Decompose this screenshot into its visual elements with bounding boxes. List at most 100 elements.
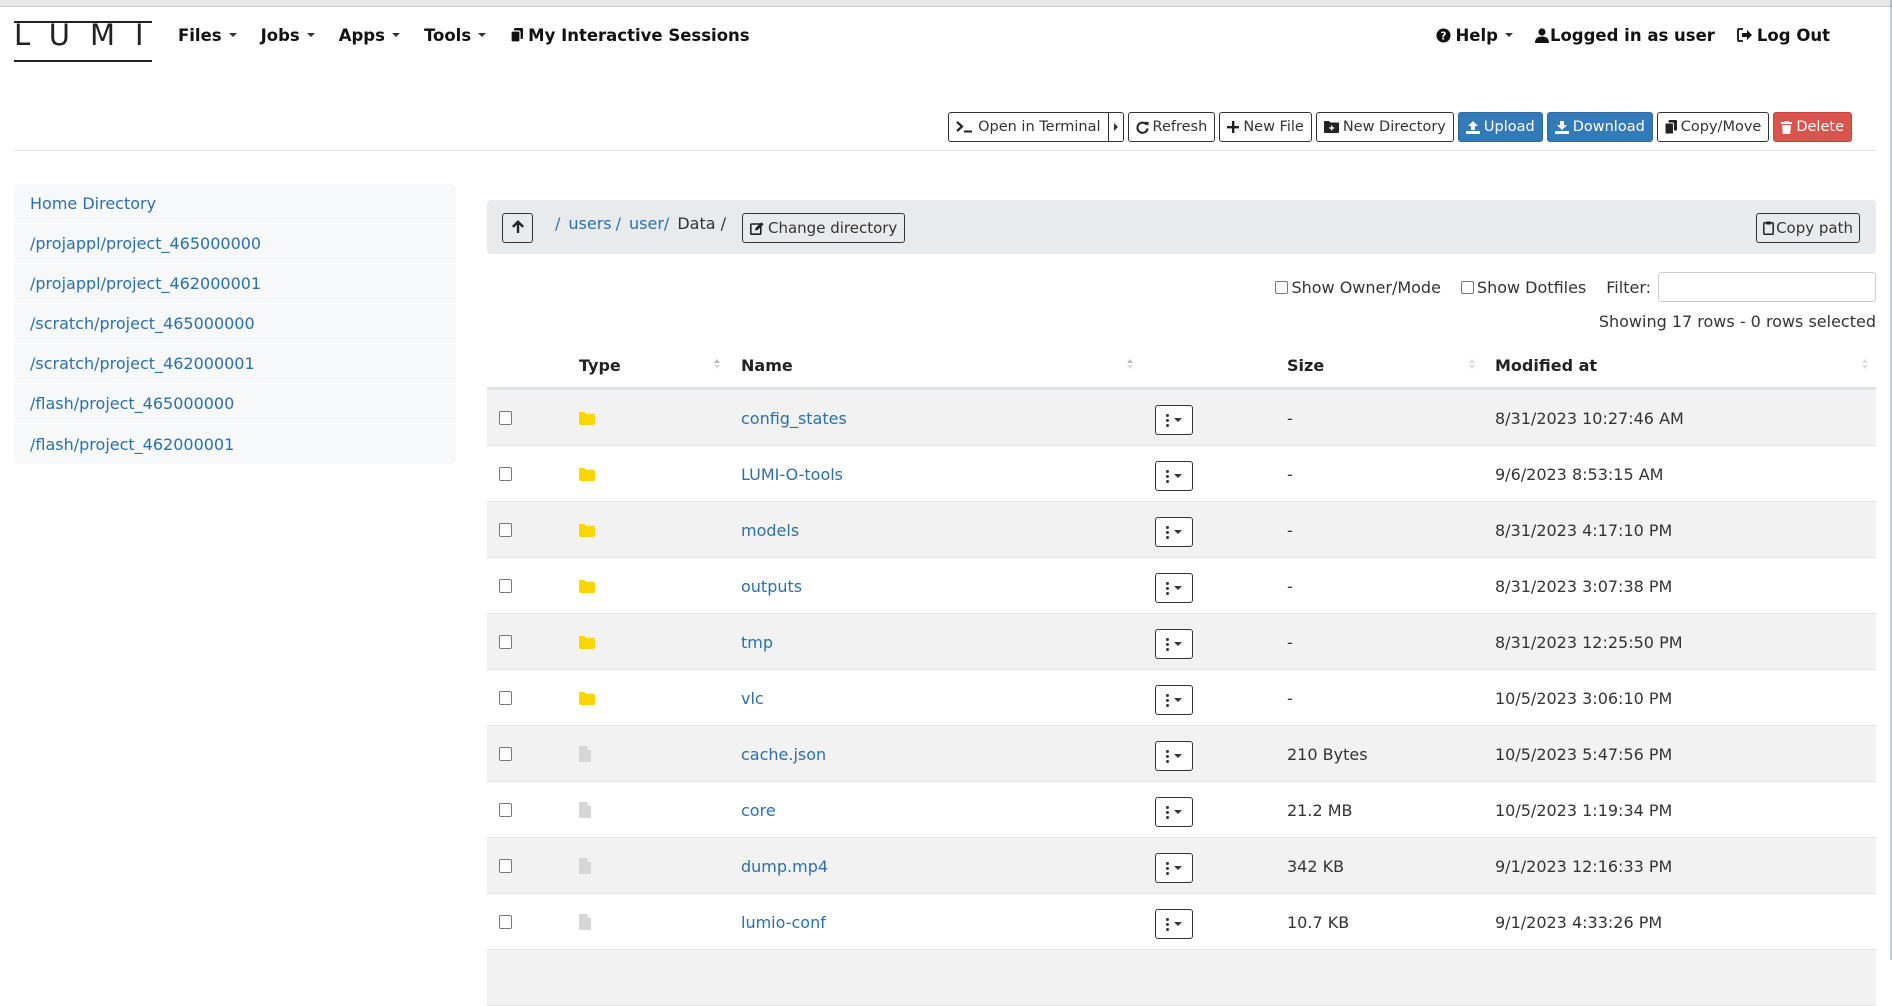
row-actions-button[interactable] (1155, 629, 1193, 659)
upload-button[interactable]: Upload (1457, 112, 1543, 142)
new-file-button[interactable]: New File (1219, 112, 1312, 142)
file-name-link[interactable]: config_states (741, 409, 847, 428)
sort-type-icon[interactable] (714, 359, 720, 369)
table-row[interactable]: tmp - 8/31/2023 12:25:50 PM (487, 614, 1876, 670)
file-size: - (1287, 688, 1293, 708)
breadcrumb-user[interactable]: user (629, 214, 664, 233)
go-up-button[interactable] (502, 213, 533, 243)
file-name-link[interactable]: LUMI-O-tools (741, 465, 843, 484)
file-size: 342 KB (1287, 856, 1345, 876)
table-row[interactable]: lumio-conf 10.7 KB 9/1/2023 4:33:26 PM (487, 894, 1876, 950)
column-header-size[interactable]: Size (1287, 356, 1324, 375)
file-size: - (1287, 632, 1293, 652)
row-actions-button[interactable] (1155, 909, 1193, 939)
file-name-link[interactable]: models (741, 521, 799, 540)
row-actions-button[interactable] (1155, 853, 1193, 883)
lumi-logo[interactable]: LUMI (14, 15, 152, 62)
breadcrumb-users[interactable]: users (568, 214, 611, 233)
nav-logout[interactable]: Log Out (1737, 26, 1842, 45)
row-actions-button[interactable] (1155, 405, 1193, 435)
sidebar-item-projappl-462000001[interactable]: /projappl/project_462000001 (14, 264, 456, 304)
file-name-link[interactable]: tmp (741, 633, 773, 652)
sort-name-icon[interactable] (1127, 359, 1133, 369)
file-name-link[interactable]: cache.json (741, 745, 826, 764)
file-name-link[interactable]: dump.mp4 (741, 857, 828, 876)
file-name-link[interactable]: core (741, 801, 776, 820)
open-in-terminal-button[interactable]: Open in Terminal (948, 112, 1109, 142)
nav-files-menu[interactable]: Files (178, 26, 249, 45)
row-select-checkbox[interactable] (499, 915, 512, 929)
row-select-checkbox[interactable] (499, 747, 512, 761)
copy-move-button[interactable]: Copy/Move (1656, 112, 1770, 142)
sidebar-item-flash-462000001[interactable]: /flash/project_462000001 (14, 424, 456, 464)
row-select-checkbox[interactable] (499, 803, 512, 817)
show-owner-mode-checkbox[interactable] (1275, 280, 1289, 294)
row-actions-button[interactable] (1155, 517, 1193, 547)
breadcrumb-root[interactable]: / (555, 214, 560, 233)
table-row[interactable]: cache.json 210 Bytes 10/5/2023 5:47:56 PM (487, 726, 1876, 782)
show-dotfiles-checkbox[interactable] (1460, 280, 1474, 294)
column-type-label: Type (579, 356, 621, 375)
table-row[interactable]: dump.mp4 342 KB 9/1/2023 12:16:33 PM (487, 838, 1876, 894)
row-select-checkbox[interactable] (499, 691, 512, 705)
clipboard-icon (1763, 221, 1775, 235)
column-header-name[interactable]: Name (741, 356, 793, 375)
sidebar-item-projappl-465000000[interactable]: /projappl/project_465000000 (14, 224, 456, 264)
refresh-button[interactable]: Refresh (1127, 112, 1216, 142)
caret-down-icon (1174, 866, 1182, 870)
row-select-checkbox[interactable] (499, 467, 512, 481)
table-row[interactable]: LUMI-O-tools - 9/6/2023 8:53:15 AM (487, 446, 1876, 502)
nav-apps-menu[interactable]: Apps (339, 26, 412, 45)
file-name-link[interactable]: outputs (741, 577, 802, 596)
open-terminal-dropdown-toggle[interactable] (1108, 112, 1124, 142)
sort-size-icon[interactable] (1469, 359, 1475, 369)
delete-button[interactable]: Delete (1773, 112, 1852, 142)
file-size: 21.2 MB (1287, 800, 1353, 820)
sidebar-item-scratch-465000000[interactable]: /scratch/project_465000000 (14, 304, 456, 344)
row-select-checkbox[interactable] (499, 523, 512, 537)
sort-modified-icon[interactable] (1862, 359, 1868, 369)
column-header-type[interactable]: Type (579, 356, 621, 375)
table-row[interactable]: models - 8/31/2023 4:17:10 PM (487, 502, 1876, 558)
show-owner-mode-toggle[interactable]: Show Owner/Mode (1275, 278, 1441, 297)
row-select-checkbox[interactable] (499, 635, 512, 649)
nav-logged-in-user[interactable]: Logged in as user (1534, 26, 1727, 45)
row-actions-button[interactable] (1155, 741, 1193, 771)
sidebar-item-flash-465000000[interactable]: /flash/project_465000000 (14, 384, 456, 424)
change-directory-label: Change directory (768, 219, 898, 237)
table-row[interactable]: vlc - 10/5/2023 3:06:10 PM (487, 670, 1876, 726)
row-select-checkbox[interactable] (499, 859, 512, 873)
download-icon (1554, 120, 1569, 134)
copy-path-button[interactable]: Copy path (1756, 213, 1860, 243)
kebab-icon (1166, 581, 1169, 595)
row-select-checkbox[interactable] (499, 411, 512, 425)
sidebar-item-home[interactable]: Home Directory (14, 184, 456, 224)
favorites-sidebar: Home Directory /projappl/project_4650000… (14, 184, 456, 464)
file-name-link[interactable]: vlc (741, 689, 764, 708)
row-actions-button[interactable] (1155, 461, 1193, 491)
caret-down-icon (1174, 642, 1182, 646)
row-actions-button[interactable] (1155, 797, 1193, 827)
sidebar-item-scratch-462000001[interactable]: /scratch/project_462000001 (14, 344, 456, 384)
row-actions-button[interactable] (1155, 685, 1193, 715)
table-row[interactable]: core 21.2 MB 10/5/2023 1:19:34 PM (487, 782, 1876, 838)
column-header-modified[interactable]: Modified at (1495, 356, 1597, 375)
arrow-up-icon (511, 219, 524, 237)
show-dotfiles-label: Show Dotfiles (1476, 277, 1587, 297)
nav-help-menu[interactable]: ? Help (1436, 26, 1524, 45)
file-name-link[interactable]: lumio-conf (741, 913, 826, 932)
nav-interactive-sessions[interactable]: My Interactive Sessions (510, 26, 761, 45)
new-directory-button[interactable]: New Directory (1315, 112, 1454, 142)
change-directory-button[interactable]: Change directory (742, 213, 906, 243)
row-select-checkbox[interactable] (499, 579, 512, 593)
filter-input[interactable] (1658, 272, 1876, 302)
download-button[interactable]: Download (1546, 112, 1653, 142)
filter-label: Filter: (1606, 277, 1651, 297)
table-row[interactable]: config_states - 8/31/2023 10:27:46 AM (487, 390, 1876, 446)
row-actions-button[interactable] (1155, 573, 1193, 603)
nav-tools-menu[interactable]: Tools (424, 26, 498, 45)
nav-jobs-menu[interactable]: Jobs (261, 26, 327, 45)
file-modified: 8/31/2023 3:07:38 PM (1495, 576, 1673, 596)
show-dotfiles-toggle[interactable]: Show Dotfiles (1460, 277, 1587, 297)
table-row[interactable]: outputs - 8/31/2023 3:07:38 PM (487, 558, 1876, 614)
